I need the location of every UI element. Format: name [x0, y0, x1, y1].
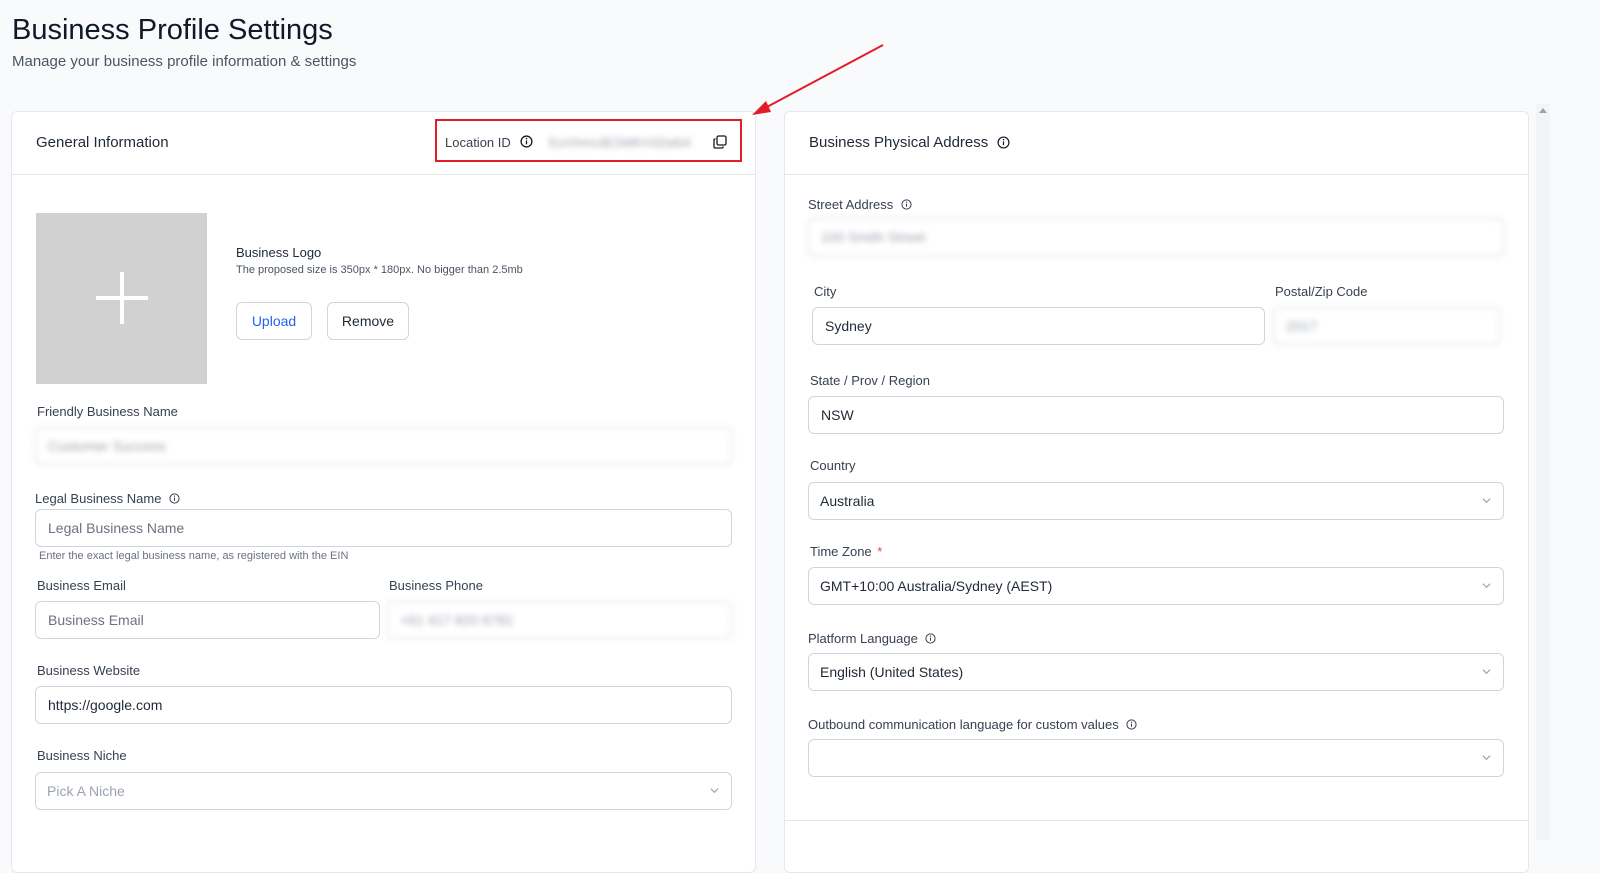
page-subtitle: Manage your business profile information… — [12, 53, 357, 70]
country-select[interactable]: Australia — [808, 482, 1504, 520]
friendly-business-name-input[interactable] — [35, 427, 732, 465]
general-card-title: General Information — [36, 134, 169, 151]
info-icon[interactable] — [169, 493, 180, 504]
page-scrollbar[interactable] — [1536, 104, 1550, 840]
business-phone-label: Business Phone — [389, 578, 483, 593]
address-card-title-text: Business Physical Address — [809, 134, 989, 151]
address-card-header: Business Physical Address — [785, 112, 1528, 175]
street-address-input[interactable] — [808, 218, 1504, 256]
chevron-down-icon — [1482, 669, 1491, 675]
outbound-language-label: Outbound communication language for cust… — [808, 717, 1137, 732]
info-icon[interactable] — [901, 199, 912, 210]
legal-business-name-hint: Enter the exact legal business name, as … — [39, 550, 349, 562]
business-niche-select[interactable]: Pick A Niche — [35, 772, 732, 810]
business-niche-label: Business Niche — [37, 748, 127, 763]
scroll-up-arrow-icon[interactable] — [1539, 107, 1547, 113]
legal-business-name-input[interactable] — [35, 509, 732, 547]
chevron-down-icon — [710, 788, 719, 794]
business-website-input[interactable] — [35, 686, 732, 724]
state-region-label: State / Prov / Region — [810, 373, 930, 388]
business-website-label: Business Website — [37, 663, 141, 678]
business-niche-placeholder: Pick A Niche — [47, 783, 125, 799]
address-card-title: Business Physical Address — [809, 134, 1010, 151]
business-email-input[interactable] — [35, 601, 380, 639]
page-title: Business Profile Settings — [12, 14, 333, 46]
platform-language-label: Platform Language — [808, 631, 937, 646]
legal-business-name-label: Legal Business Name — [35, 491, 180, 506]
time-zone-label: Time Zone * — [810, 544, 882, 559]
city-label: City — [814, 284, 837, 299]
state-region-input[interactable] — [808, 396, 1504, 434]
card-divider — [785, 820, 1528, 821]
chevron-down-icon — [1482, 498, 1491, 504]
business-address-card: Business Physical Address Street Address… — [784, 111, 1529, 873]
postal-code-label: Postal/Zip Code — [1275, 284, 1368, 299]
required-mark: * — [877, 544, 883, 559]
chevron-down-icon — [1482, 755, 1491, 761]
location-id-highlight-box — [435, 119, 742, 162]
logo-upload-area[interactable] — [36, 213, 207, 384]
legal-business-name-label-text: Legal Business Name — [35, 491, 162, 506]
business-logo-hint: The proposed size is 350px * 180px. No b… — [236, 264, 523, 276]
general-information-card: General Information Location ID EuVhmcdE… — [11, 111, 756, 873]
info-icon[interactable] — [1126, 719, 1137, 730]
platform-language-select[interactable]: English (United States) — [808, 653, 1504, 691]
info-icon[interactable] — [997, 136, 1010, 149]
time-zone-value: GMT+10:00 Australia/Sydney (AEST) — [820, 578, 1053, 594]
country-label: Country — [810, 458, 856, 473]
city-input[interactable] — [812, 307, 1265, 345]
info-icon[interactable] — [925, 633, 937, 644]
remove-button[interactable]: Remove — [327, 302, 409, 340]
platform-language-value: English (United States) — [820, 664, 964, 680]
street-address-label: Street Address — [808, 197, 912, 212]
platform-language-label-text: Platform Language — [808, 631, 918, 646]
upload-button[interactable]: Upload — [236, 302, 312, 340]
outbound-language-select[interactable] — [808, 739, 1504, 777]
street-address-label-text: Street Address — [808, 197, 894, 212]
business-logo-label: Business Logo — [236, 245, 322, 260]
time-zone-label-text: Time Zone — [810, 544, 872, 559]
friendly-business-name-label: Friendly Business Name — [37, 404, 178, 419]
plus-icon — [96, 272, 148, 324]
business-phone-input[interactable] — [387, 601, 732, 639]
business-email-label: Business Email — [37, 578, 126, 593]
chevron-down-icon — [1482, 583, 1491, 589]
country-value: Australia — [820, 493, 875, 509]
outbound-language-label-text: Outbound communication language for cust… — [808, 717, 1119, 732]
time-zone-select[interactable]: GMT+10:00 Australia/Sydney (AEST) — [808, 567, 1504, 605]
postal-code-input[interactable] — [1273, 307, 1500, 345]
